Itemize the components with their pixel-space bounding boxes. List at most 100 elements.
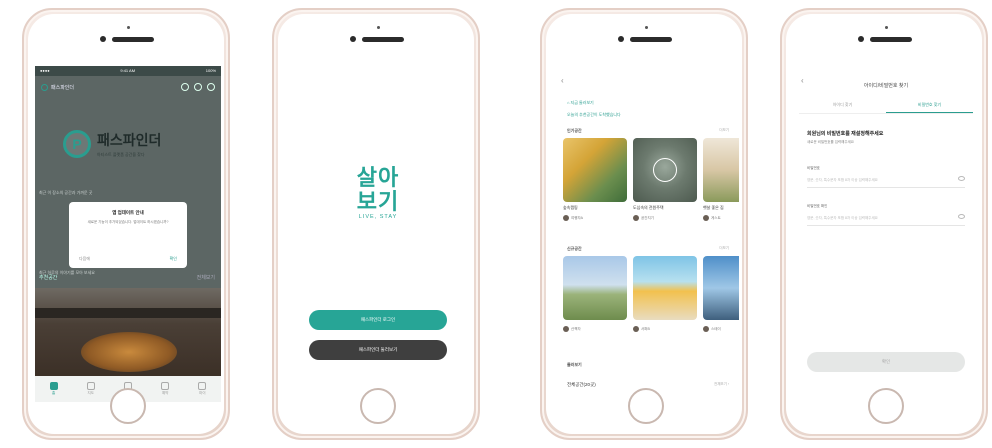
space-card[interactable]: 숲속캠핑 여행자A (563, 138, 627, 221)
calendar-icon (161, 382, 170, 390)
field-label: 비밀번호 확인 (807, 204, 828, 208)
avatar (633, 326, 639, 332)
home-button[interactable] (360, 388, 396, 424)
author-name: 공간지기 (641, 215, 654, 220)
eye-icon[interactable] (958, 214, 965, 219)
map-icon (86, 382, 95, 390)
tab-find-id[interactable]: 아이디 찾기 (799, 100, 886, 113)
section-more-link[interactable]: 더보기 (719, 246, 729, 251)
feed-headline: 오늘의 추천공간이 도착했습니다 (567, 112, 621, 117)
status-bar: ●●●● 9:41 AM 100% (35, 66, 221, 76)
space-card[interactable]: 서퍼B (633, 256, 697, 332)
brand-title: 패스파인더 (97, 132, 162, 148)
play-icon[interactable] (653, 158, 677, 182)
brand-korean: 살아 보기 (356, 165, 400, 214)
form-heading: 회원님의 비밀번호를 재설정해주세요 (807, 131, 884, 137)
chat-icon[interactable] (181, 83, 189, 91)
profile-icon (198, 382, 207, 390)
screen-feed: ‹ ⌂ 지금 둘러보기 오늘의 추천공간이 도착했습니다 인기공간 더보기 숲속… (553, 66, 739, 402)
field-placeholder: 영문, 숫자, 특수문자 포함 8자 이상 입력해주세요 (807, 216, 878, 220)
card-caption: 숲속캠핑 (563, 205, 578, 210)
card-image (563, 138, 627, 202)
footer-link[interactable]: 전체보기 › (714, 382, 729, 387)
section-title: 추천공간 (39, 275, 58, 281)
tab-map[interactable]: 지도 (86, 382, 95, 396)
tab-label: 예약 (161, 391, 169, 395)
card-image (703, 138, 739, 202)
section-more-link[interactable]: 더보기 (719, 128, 729, 133)
section-more-link[interactable]: 전체보기 (197, 274, 215, 281)
brand-english: LIVE, STAY (358, 214, 398, 220)
card-image (563, 256, 627, 320)
browse-button[interactable]: 패스파인더 둘러보기 (309, 340, 447, 360)
form-subheading: 새로운 비밀번호를 입력해주세요 (807, 140, 855, 144)
section-title: 인기공간 (567, 128, 582, 133)
app-bar: 패스파인더 (35, 76, 221, 98)
card-author: 공간지기 (633, 215, 697, 221)
card-caption: 햇살 좋은 집 (703, 205, 724, 210)
phone-camera (618, 36, 624, 42)
image-detail (81, 332, 177, 372)
home-button[interactable] (628, 388, 664, 424)
phone-speaker (630, 37, 672, 42)
phone-sensor (377, 26, 380, 29)
tab-home[interactable]: 홈 (49, 382, 58, 396)
home-button[interactable] (110, 388, 146, 424)
update-dialog: 앱 업데이트 안내 새로운 기능이 추가되었습니다. 업데이트 하시겠습니까? … (69, 202, 187, 268)
home-button[interactable] (868, 388, 904, 424)
dialog-title: 앱 업데이트 안내 (112, 210, 144, 215)
phone-speaker (362, 37, 404, 42)
tab-label: 마이 (199, 391, 206, 395)
brand-subtitle: 아티스트 플랫폼 공간을 찾다 (97, 152, 145, 157)
background-text: 최근 이 장소의 공간과 가까운 곳 (39, 190, 93, 195)
status-time: 9:41 AM (120, 68, 136, 73)
phone-camera (100, 36, 106, 42)
card-author: 스테이 (703, 326, 739, 332)
tab-label: 지도 (87, 391, 94, 395)
browse-chip[interactable]: ⌂ 지금 둘러보기 (567, 100, 594, 106)
eye-icon[interactable] (958, 176, 965, 181)
tab-find-password[interactable]: 비밀번호 찾기 (886, 100, 973, 113)
phone-camera (350, 36, 356, 42)
space-card[interactable]: 도심속의 전원주택 공간지기 (633, 138, 697, 221)
login-button[interactable]: 패스파인더 로그인 (309, 310, 447, 330)
avatar (703, 215, 709, 221)
avatar (563, 215, 569, 221)
screen-password-reset: ‹ 아이디/비밀번호 찾기 아이디 찾기 비밀번호 찾기 회원님의 비밀번호를 … (793, 66, 979, 402)
card-author: 서퍼B (633, 326, 697, 332)
home-icon (49, 382, 58, 390)
notification-icon[interactable] (194, 83, 202, 91)
password-confirm-field[interactable]: 영문, 숫자, 특수문자 포함 8자 이상 입력해주세요 (807, 210, 965, 226)
search-icon[interactable] (207, 83, 215, 91)
space-card[interactable]: 산책자 (563, 256, 627, 332)
back-chevron-icon[interactable]: ‹ (561, 76, 564, 85)
section-title: 둘러보기 (567, 362, 582, 367)
card-image (633, 138, 697, 202)
tab-label: 홈 (51, 391, 56, 395)
dialog-ok-button[interactable]: 확인 (170, 256, 177, 262)
space-card[interactable]: 햇살 좋은 집 게스트 (703, 138, 739, 221)
card-author: 여행자A (563, 215, 627, 221)
phone-camera (858, 36, 864, 42)
card-image (633, 256, 697, 320)
password-field[interactable]: 영문, 숫자, 특수문자 포함 8자 이상 입력해주세요 (807, 172, 965, 188)
app-logo-icon (41, 83, 48, 91)
phone-mockup-2: 살아 보기 LIVE, STAY 패스파인더 로그인 패스파인더 둘러보기 (272, 8, 480, 440)
phone-sensor (645, 26, 648, 29)
avatar (703, 326, 709, 332)
phone-sensor (127, 26, 130, 29)
phone-sensor (885, 26, 888, 29)
app-name: 패스파인더 (51, 84, 75, 91)
featured-image[interactable] (35, 288, 221, 378)
mockup-stage: ●●●● 9:41 AM 100% 패스파인더 P 패스파인더 아티스트 플랫폼… (0, 0, 992, 448)
tab-my[interactable]: 마이 (198, 382, 207, 396)
author-name: 여행자A (571, 215, 583, 220)
confirm-button[interactable]: 확인 (807, 352, 965, 372)
dialog-cancel-button[interactable]: 다음에 (79, 256, 90, 262)
space-card[interactable]: 스테이 (703, 256, 739, 332)
author-name: 서퍼B (641, 326, 650, 331)
status-battery: 100% (205, 68, 216, 73)
tab-reservation[interactable]: 예약 (161, 382, 170, 396)
phone-mockup-1: ●●●● 9:41 AM 100% 패스파인더 P 패스파인더 아티스트 플랫폼… (22, 8, 230, 440)
app-actions (181, 83, 215, 91)
